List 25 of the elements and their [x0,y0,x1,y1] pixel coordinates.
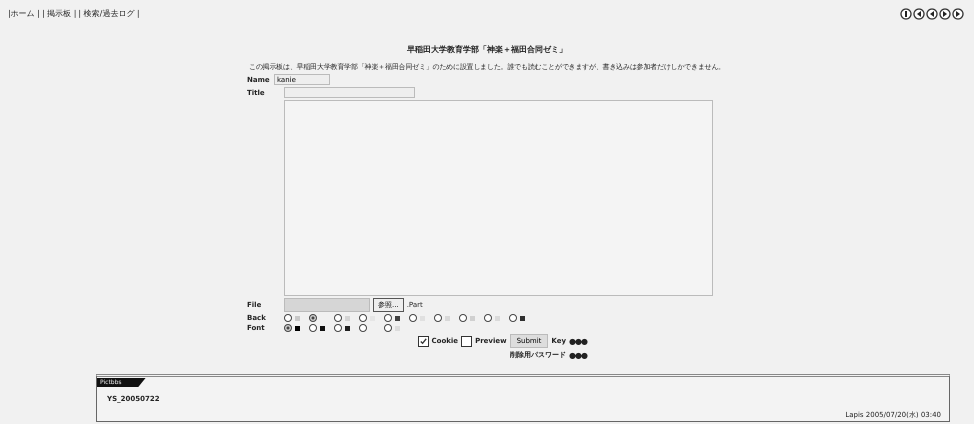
nav-link[interactable]: | 掲示板 | [42,9,76,18]
radio-button[interactable] [384,314,392,322]
radio-button[interactable] [459,314,467,322]
file-field[interactable] [284,298,370,312]
radio-button[interactable] [359,314,367,322]
cookie-checkbox[interactable] [418,336,428,346]
radio-button[interactable] [309,324,317,332]
board-title: 早稲田大学教育学部「神楽＋福田合同ゼミ」 [406,44,568,55]
radio-button[interactable] [409,314,417,322]
radio-button[interactable] [434,314,442,322]
radio-button[interactable] [384,324,392,332]
key-field[interactable]: ●●● [569,336,587,346]
nav-link[interactable]: |ホーム | [8,9,40,18]
radio-button[interactable] [309,314,317,322]
preview-checkbox[interactable] [461,336,472,346]
radio-button[interactable] [334,324,342,332]
radio-button[interactable] [509,314,517,322]
radio-button[interactable] [484,314,492,322]
radio-button[interactable] [359,324,367,332]
title-field[interactable] [284,87,415,98]
delete-password-field[interactable]: ●●● [569,350,587,360]
radio-button[interactable] [334,314,342,322]
nav-link[interactable]: | 検索/過去ログ | [78,9,140,18]
radio-button[interactable] [284,324,292,332]
radio-button[interactable] [284,314,292,322]
